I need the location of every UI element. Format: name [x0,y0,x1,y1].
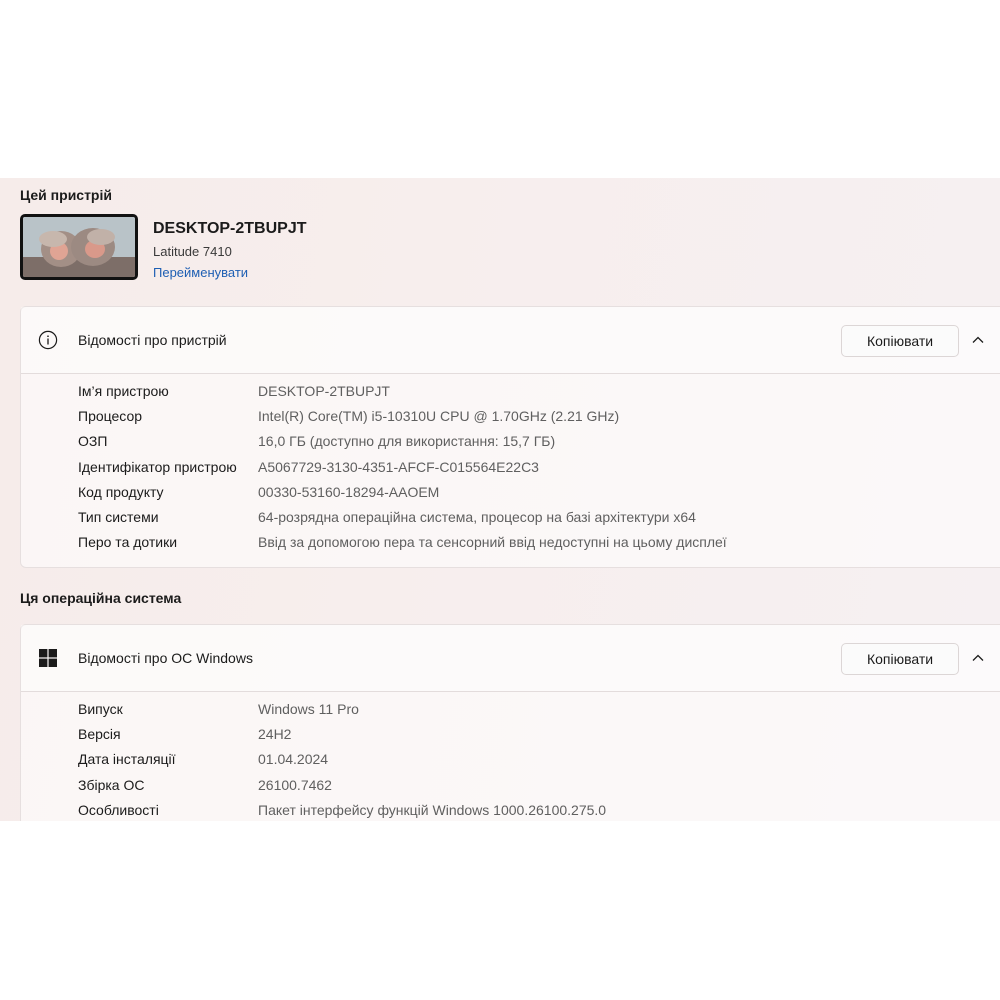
spec-value[interactable]: 01.04.2024 [258,751,328,767]
info-icon [38,330,58,350]
device-specs-card: Відомості про пристрій Копіювати Ім’я пр… [20,306,1000,568]
spec-value[interactable]: 00330-53160-18294-AAOEM [258,484,439,500]
os-specs-card: Відомості про ОС Windows Копіювати Випус… [20,624,1000,821]
spec-row: Особливості Пакет інтерфейсу функцій Wind… [21,802,1000,821]
spec-label: Випуск [78,701,123,717]
spec-value[interactable]: 64-розрядна операційна система, процесор… [258,509,696,525]
spec-row: Збірка ОС 26100.7462 [21,777,1000,802]
spec-value[interactable]: Intel(R) Core(TM) i5-10310U CPU @ 1.70GH… [258,408,619,424]
settings-about-panel: Цей пристрій DESKTOP-2TBUPJT Latitude 74… [0,178,1000,821]
device-specs-list: Ім’я пристрою DESKTOP-2TBUPJT Процесор Inte… [21,383,1000,559]
spec-label: Процесор [78,408,143,425]
spec-label: ОЗП [78,433,108,450]
spec-row: Перо та дотики Ввід за допомогою пера та … [21,534,1000,559]
spec-value[interactable]: A5067729-3130-4351-AFCF-C015564E22C3 [258,459,539,475]
device-wallpaper-thumbnail [20,214,138,280]
spec-row: Версія 24H2 [21,726,1000,751]
spec-value[interactable]: Ввід за допомогою пера та сенсорний ввід… [258,534,727,550]
copy-device-specs-button[interactable]: Копіювати [841,325,959,357]
wallpaper-image [23,217,135,277]
spec-row: Дата інсталяції 01.04.2024 [21,751,1000,776]
device-model: Latitude 7410 [153,244,232,259]
os-specs-header[interactable]: Відомості про ОС Windows Копіювати [21,625,1000,692]
device-specs-header[interactable]: Відомості про пристрій Копіювати [21,307,1000,374]
spec-row: Ім’я пристрою DESKTOP-2TBUPJT [21,383,1000,408]
spec-value[interactable]: 16,0 ГБ (доступно для використання: 15,7… [258,433,555,449]
spec-row: Код продукту 00330-53160-18294-AAOEM [21,484,1000,509]
chevron-up-icon[interactable] [971,651,985,665]
spec-label: Ідентифікатор пристрою [78,458,237,475]
spec-label: Ім’я пристрою [78,383,169,399]
spec-label: Тип системи [78,508,159,525]
device-specs-title: Відомості про пристрій [78,332,227,348]
spec-label: Особливості [78,801,159,818]
rename-link[interactable]: Перейменувати [153,265,248,280]
windows-logo-icon [39,649,57,667]
os-specs-list: Випуск Windows 11 Pro Версія 24H2 Дата інста… [21,701,1000,821]
spec-value[interactable]: Пакет інтерфейсу функцій Windows 1000.26… [258,802,606,818]
spec-label: Перо та дотики [78,534,178,551]
spec-label: Код продукту [78,483,164,500]
spec-value[interactable]: Windows 11 Pro [258,701,359,717]
os-specs-title: Відомості про ОС Windows [78,650,253,666]
spec-row: Ідентифікатор пристрою A5067729-3130-4351… [21,459,1000,484]
spec-label: Версія [78,726,121,743]
chevron-up-icon[interactable] [971,333,985,347]
spec-value[interactable]: DESKTOP-2TBUPJT [258,383,390,399]
spec-row: Процесор Intel(R) Core(TM) i5-10310U CPU … [21,408,1000,433]
device-header: DESKTOP-2TBUPJT Latitude 7410 Перейменув… [20,214,620,282]
device-name: DESKTOP-2TBUPJT [153,220,307,237]
spec-label: Збірка ОС [78,776,145,793]
spec-row: Тип системи 64-розрядна операційна систем… [21,509,1000,534]
spec-value[interactable]: 26100.7462 [258,777,332,793]
section-title-os: Ця операційна система [20,590,182,606]
spec-value[interactable]: 24H2 [258,726,291,742]
copy-os-specs-button[interactable]: Копіювати [841,643,959,675]
spec-label: Дата інсталяції [78,751,176,768]
section-title-device: Цей пристрій [20,187,112,203]
spec-row: ОЗП 16,0 ГБ (доступно для використання: 1… [21,433,1000,458]
spec-row: Випуск Windows 11 Pro [21,701,1000,726]
